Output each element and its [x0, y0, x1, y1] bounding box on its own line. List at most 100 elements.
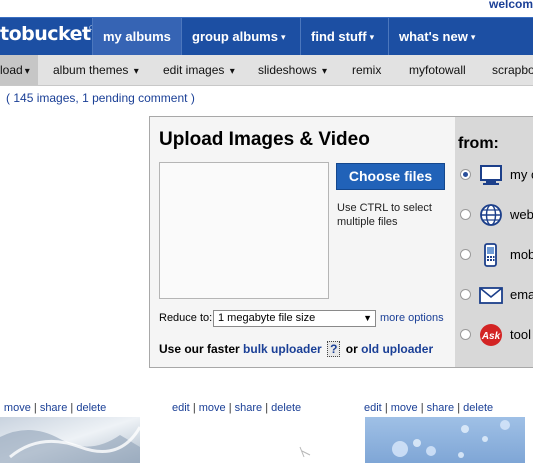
chevron-down-icon: ▾ [322, 66, 328, 77]
tab-label: what's new [399, 29, 468, 44]
chevron-down-icon: ▾ [369, 32, 375, 42]
album-counts: ( 145 images, 1 pending comment ) [6, 91, 195, 105]
tab-whats-new[interactable]: what's new ▾ [388, 18, 485, 55]
separator: | [192, 402, 196, 414]
source-label: ema [510, 287, 533, 302]
tab-find-stuff[interactable]: find stuff ▾ [300, 18, 384, 55]
subnav-label: remix [352, 63, 382, 77]
source-label: mob [510, 247, 533, 262]
separator: | [0, 402, 1, 414]
upload-title: Upload Images & Video [159, 129, 370, 150]
source-radio[interactable] [460, 209, 471, 220]
chevron-down-icon: ▾ [24, 66, 30, 77]
chevron-down-icon: ▾ [470, 32, 476, 42]
photo-actions: edit | move | share | delete [364, 402, 493, 414]
subnav-remix[interactable]: remix [352, 55, 381, 85]
tab-my-albums[interactable]: my albums [92, 18, 181, 55]
choose-files-button[interactable]: Choose files [336, 163, 445, 190]
reduce-size-value: 1 megabyte file size [218, 312, 316, 324]
mobile-phone-icon [484, 243, 497, 267]
subnav-edit-images[interactable]: edit images ▾ [163, 55, 235, 85]
source-radio[interactable] [460, 329, 471, 340]
separator: | [265, 402, 269, 414]
photo-thumbnail[interactable] [365, 417, 525, 463]
subnav-label: album themes [53, 63, 129, 77]
photobucket-logo[interactable]: tobucket◦ [0, 21, 98, 45]
bulk-uploader-link[interactable]: bulk uploader [243, 342, 322, 356]
chevron-down-icon: ▾ [229, 66, 235, 77]
image-count-link[interactable]: 145 images [13, 91, 75, 105]
tab-label: group albums [192, 29, 278, 44]
subnav-upload[interactable]: load ▾ [0, 55, 38, 85]
subnav-label: myfotowall [409, 63, 466, 77]
source-radio[interactable] [460, 249, 471, 260]
from-title: from: [458, 135, 499, 152]
subnav-label: edit images [163, 63, 225, 77]
more-options-link[interactable]: more options [380, 312, 444, 324]
photo-actions: edit | move | share | delete [172, 402, 301, 414]
separator: | [228, 402, 232, 414]
edit-link[interactable]: edit [172, 402, 190, 414]
source-label: tool [510, 327, 531, 342]
paren-close: ) [190, 91, 195, 105]
upload-drop-area[interactable] [159, 162, 329, 299]
separator: | [420, 402, 424, 414]
tab-label: find stuff [311, 29, 367, 44]
subnav-myfotowall[interactable]: myfotowall [409, 55, 466, 85]
chevron-down-icon: ▾ [133, 66, 139, 77]
faster-prefix: Use our faster [159, 342, 240, 356]
source-radio[interactable] [460, 169, 471, 180]
computer-icon [480, 165, 502, 185]
subnav-album-themes[interactable]: album themes ▾ [53, 55, 139, 85]
subnav-label: scrapbo [492, 63, 533, 77]
tab-label: my albums [103, 29, 171, 44]
delete-link[interactable]: delete [76, 402, 106, 414]
logo-text: tobucket [0, 23, 91, 45]
source-label: my c [510, 167, 533, 182]
globe-icon [480, 204, 502, 226]
photo-actions: | move | share | delete [0, 402, 106, 414]
reduce-size-select[interactable]: 1 megabyte file size ▼ [213, 310, 376, 327]
edit-link[interactable]: edit [364, 402, 382, 414]
upload-panel: Upload Images & Video Choose files Use C… [149, 116, 533, 368]
welcome-text[interactable]: welcom [489, 0, 533, 11]
share-link[interactable]: share [235, 402, 263, 414]
separator: | [384, 402, 388, 414]
subnav-scrapbook[interactable]: scrapbo [492, 55, 533, 85]
ctrl-hint-text: Use CTRL to select multiple files [337, 202, 432, 228]
separator: | [33, 402, 37, 414]
help-icon[interactable]: ? [327, 341, 341, 357]
source-radio[interactable] [460, 289, 471, 300]
move-link[interactable]: move [199, 402, 226, 414]
subnav-label: slideshows [258, 63, 317, 77]
chevron-down-icon: ▾ [280, 32, 286, 42]
top-navigation: tobucket◦ my albums group albums▾ find s… [0, 17, 533, 55]
upload-source-panel: from: my c web [455, 117, 533, 367]
share-link[interactable]: share [40, 402, 68, 414]
or-text: or [345, 342, 358, 356]
separator: | [70, 402, 74, 414]
svg-text:Ask: Ask [481, 331, 501, 342]
comma: , [75, 91, 79, 105]
subnav-slideshows[interactable]: slideshows ▾ [258, 55, 327, 85]
separator: | [457, 402, 461, 414]
subnav-label: load [0, 63, 23, 77]
faster-uploader-line: Use our faster bulk uploader ? or old up… [159, 341, 433, 357]
delete-link[interactable]: delete [271, 402, 301, 414]
sub-navigation: load ▾ album themes ▾ edit images ▾ slide… [0, 55, 533, 86]
upload-main: Upload Images & Video Choose files Use C… [150, 117, 454, 367]
photo-thumbnail[interactable] [280, 417, 320, 463]
delete-link[interactable]: delete [463, 402, 493, 414]
paren-open: ( [6, 91, 10, 105]
dropdown-arrow-icon: ▼ [363, 313, 372, 323]
tab-group-albums[interactable]: group albums ▾ [181, 18, 295, 55]
envelope-icon [479, 287, 503, 304]
share-link[interactable]: share [427, 402, 455, 414]
photo-thumbnail[interactable] [0, 417, 140, 463]
source-label: web [510, 207, 533, 222]
old-uploader-link[interactable]: old uploader [361, 342, 433, 356]
move-link[interactable]: move [4, 402, 31, 414]
move-link[interactable]: move [391, 402, 418, 414]
pending-comment-link[interactable]: 1 pending comment [82, 91, 187, 105]
reduce-to-label: Reduce to: [159, 312, 213, 324]
